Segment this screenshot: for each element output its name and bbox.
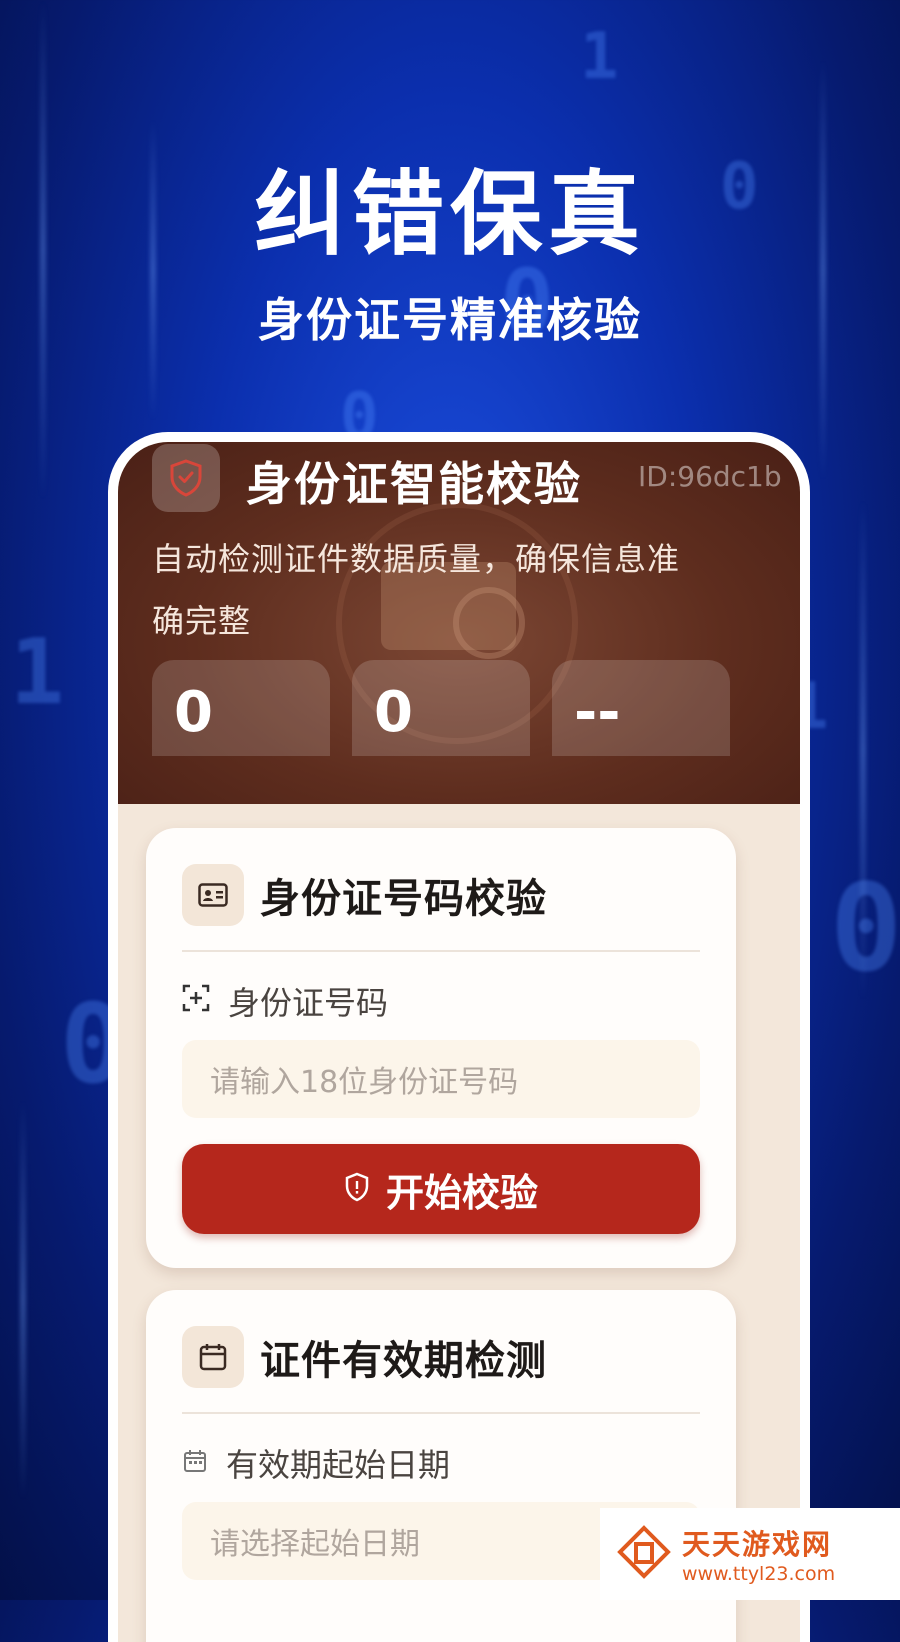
divider [182, 1412, 700, 1414]
promo-subtitle: 身份证号精准核验 [258, 293, 642, 347]
scan-icon [182, 982, 210, 1020]
promo-title: 纠错保真 [253, 161, 646, 268]
id-card-icon [182, 864, 244, 926]
id-number-label-text: 身份证号码 [228, 984, 389, 1022]
app-id-label: ID:96dc1b [638, 460, 782, 493]
start-check-button[interactable]: 开始校验 [182, 1144, 700, 1234]
bg-digit: 1 [580, 20, 619, 94]
calendar-icon [182, 1326, 244, 1388]
bg-digit: 0 [830, 860, 900, 999]
stat-value: 0 [374, 680, 413, 745]
shield-icon [344, 1167, 370, 1211]
expiry-check-header: 证件有效期检测 [182, 1326, 547, 1388]
calendar-small-icon [182, 1444, 208, 1482]
app-header: 身份证智能校验 ID:96dc1b 自动检测证件数据质量，确保信息准确完整 0 … [118, 442, 800, 804]
phone-frame: 身份证智能校验 ID:96dc1b 自动检测证件数据质量，确保信息准确完整 0 … [108, 432, 810, 1642]
watermark-url: www.ttyl23.com [682, 1563, 836, 1585]
id-number-input[interactable]: 请输入18位身份证号码 [182, 1040, 700, 1118]
id-number-label: 身份证号码 [182, 978, 388, 1024]
stat-card: 0 [352, 660, 530, 756]
app-description: 自动检测证件数据质量，确保信息准确完整 [152, 540, 681, 640]
divider [182, 950, 700, 952]
start-date-label: 有效期起始日期 [182, 1440, 450, 1486]
stat-value: 0 [174, 680, 213, 745]
bg-streak [20, 1100, 26, 1500]
stat-value: -- [574, 680, 621, 745]
bg-digit: 1 [10, 620, 65, 725]
watermark: 天天游戏网 www.ttyl23.com [600, 1508, 900, 1600]
start-date-label-text: 有效期起始日期 [226, 1446, 451, 1484]
id-check-title: 身份证号码校验 [260, 876, 547, 922]
id-check-card: 身份证号码校验 身份证号码 请输入18位身份证号码 开始校验 [146, 828, 736, 1268]
shield-logo-icon [152, 444, 220, 512]
expiry-check-title: 证件有效期检测 [260, 1338, 547, 1384]
app-title: 身份证智能校验 [246, 457, 582, 511]
id-check-header: 身份证号码校验 [182, 864, 547, 926]
stat-card: -- [552, 660, 730, 756]
watermark-text: 天天游戏网 www.ttyl23.com [682, 1523, 835, 1585]
stat-card: 0 [152, 660, 330, 756]
bg-streak [860, 500, 866, 1000]
watermark-name: 天天游戏网 [682, 1528, 833, 1561]
start-check-label: 开始校验 [385, 1170, 538, 1215]
watermark-logo-icon [616, 1524, 672, 1584]
